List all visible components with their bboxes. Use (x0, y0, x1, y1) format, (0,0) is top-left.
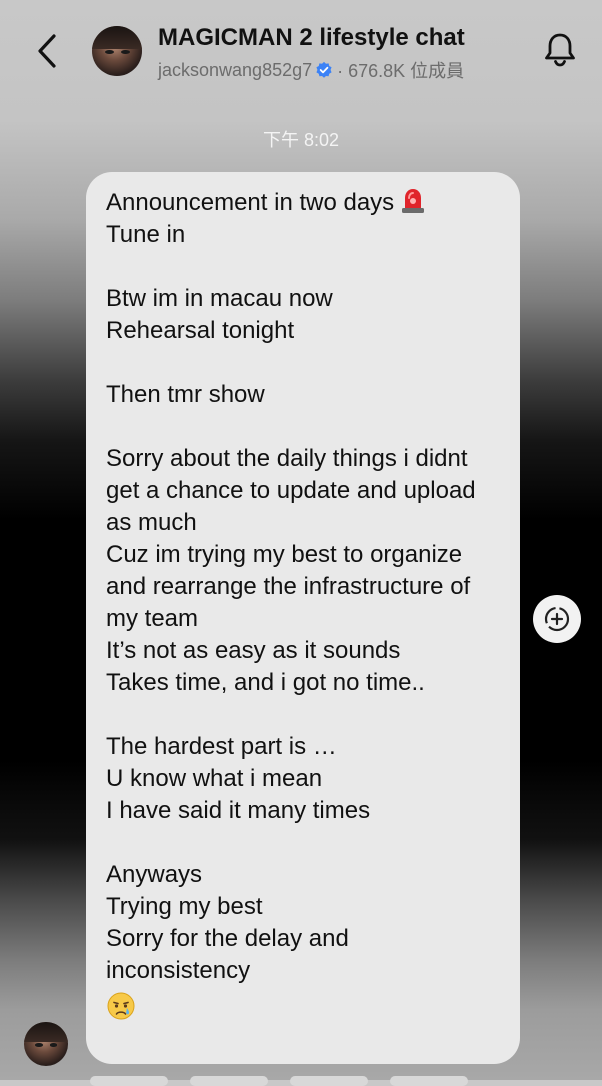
message-line (106, 251, 500, 283)
message-line: Sorry about the daily things i didnt (106, 445, 468, 472)
message-line: I have said it many times (106, 797, 371, 824)
bell-icon (545, 33, 575, 67)
chat-title[interactable]: MAGICMAN 2 lifestyle chat (158, 24, 465, 52)
message-line (106, 699, 500, 731)
message-line: The hardest part is … (106, 733, 337, 760)
message-bubble[interactable]: Announcement in two days Tune in Btw im … (86, 172, 520, 1064)
message-line (106, 411, 500, 443)
verified-badge-icon (316, 61, 332, 78)
message-line: Tune in (106, 221, 186, 248)
message-line: Trying my best (106, 893, 263, 920)
member-count: · 676.8K 位成員 (337, 61, 465, 81)
message-line: my team (106, 605, 199, 632)
message-line: Then tmr show (106, 381, 265, 408)
back-button[interactable] (28, 30, 68, 72)
rotating-light-emoji-icon (402, 189, 425, 213)
message-line (106, 347, 500, 379)
message-timestamp: 下午 8:02 (262, 130, 340, 150)
message-line: Cuz im trying my best to organize (106, 541, 463, 568)
crying-face-emoji-icon (107, 992, 135, 1020)
host-username: jacksonwang852g7 (158, 59, 313, 80)
message-line: Anyways (106, 861, 203, 888)
message-line: Rehearsal tonight (106, 317, 295, 344)
message-line: It’s not as easy as it sounds (106, 637, 401, 664)
add-reaction-icon (544, 606, 570, 632)
chat-subtitle: jacksonwang852g7 · 676.8K 位成員 (158, 57, 464, 83)
message-line: get a chance to update and upload (106, 477, 476, 504)
message-line (106, 827, 500, 859)
message-line: Takes time, and i got no time.. (106, 669, 425, 696)
chat-header: MAGICMAN 2 lifestyle chat jacksonwang852… (0, 0, 602, 100)
group-avatar[interactable] (92, 26, 142, 76)
message-line: Sorry for the delay and (106, 925, 349, 952)
message-line: and rearrange the infrastructure of (106, 573, 471, 600)
notification-button[interactable] (540, 30, 580, 70)
message-line: inconsistency (106, 957, 251, 984)
reaction-bar-edge (0, 1072, 602, 1086)
message-line: as much (106, 509, 197, 536)
sender-avatar[interactable] (24, 1022, 68, 1066)
message-line: Announcement in two days (106, 186, 500, 219)
chevron-left-icon (38, 34, 56, 68)
add-reaction-button[interactable] (533, 595, 581, 643)
message-line: Btw im in macau now (106, 285, 333, 312)
message-line: U know what i mean (106, 765, 323, 792)
